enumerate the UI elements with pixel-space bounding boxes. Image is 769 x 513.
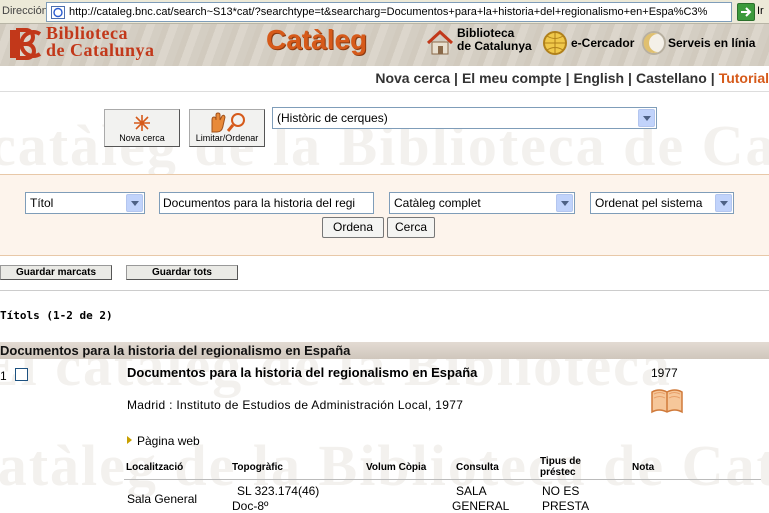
page-icon — [51, 6, 65, 19]
nav-new-search[interactable]: Nova cerca — [375, 70, 450, 86]
top-nav-links: Nova cerca | El meu compte | English | Castell… — [375, 70, 769, 86]
header-volume: Volum Còpia — [366, 462, 427, 473]
house-icon[interactable] — [426, 30, 454, 56]
new-search-button[interactable]: Nova cerca — [104, 109, 180, 147]
results-count: Títols (1-2 de 2) — [0, 309, 113, 322]
go-arrow-icon — [741, 7, 752, 17]
holding-call-number: SL 323.174(46) Doc-8º — [232, 484, 319, 513]
use-line-1: SALA — [456, 484, 487, 498]
holding-use: SALA GENERAL — [452, 484, 509, 513]
loan-line-1: NO ES — [542, 484, 580, 498]
nav-separator: | — [565, 70, 570, 86]
web-page-link[interactable]: Pàgina web — [127, 434, 200, 448]
search-button[interactable]: Cerca — [387, 217, 435, 238]
nav-castellano[interactable]: Castellano — [636, 70, 707, 86]
history-select-value: (Històric de cerques) — [277, 111, 388, 125]
top-nav: Nova cerca | El meu compte | English | Castell… — [0, 66, 769, 92]
header-use: Consulta — [456, 462, 499, 473]
sort-order-value: Ordenat pel sistema — [595, 196, 703, 210]
loan-line-2: PRESTA — [542, 499, 590, 513]
header-loan-line-2: préstec — [540, 467, 576, 478]
logo-text[interactable]: Biblioteca de Catalunya — [46, 24, 155, 60]
holdings-rule — [124, 479, 761, 480]
moon-icon[interactable] — [641, 29, 667, 57]
web-page-label: Pàgina web — [137, 434, 200, 448]
site-banner: Biblioteca de Catalunya Catàleg Bibliote… — [0, 24, 769, 66]
header-loan-type: Tipus de préstec — [540, 456, 581, 478]
url-field[interactable]: http://cataleg.bnc.cat/search~S13*cat/?s… — [46, 2, 732, 22]
go-button[interactable] — [737, 3, 755, 21]
ecercador-link[interactable]: e-Cercador — [571, 37, 634, 50]
limit-sort-label: Limitar/Ordenar — [195, 133, 259, 143]
search-panel — [0, 174, 769, 256]
header-loan-line-1: Tipus de — [540, 456, 581, 467]
header-note: Nota — [632, 462, 655, 473]
group-heading: Documentos para la historia del regional… — [0, 343, 351, 358]
section-divider — [0, 290, 769, 291]
asterisk-icon — [134, 115, 150, 131]
use-line-2: GENERAL — [452, 499, 510, 513]
holding-loan-type: NO ES PRESTA — [542, 484, 589, 513]
search-query-value: Documentos para la historia del regi — [163, 196, 356, 210]
field-type-value: Títol — [30, 196, 54, 210]
sort-button[interactable]: Ordena — [322, 217, 384, 238]
save-marked-button[interactable]: Guardar marcats — [0, 265, 112, 280]
nav-my-account[interactable]: El meu compte — [462, 70, 562, 86]
nav-separator: | — [710, 70, 715, 86]
nav-separator: | — [628, 70, 632, 86]
header-location: Localització — [126, 462, 184, 473]
page-title: Catàleg — [266, 24, 368, 55]
globe-icon[interactable] — [541, 29, 569, 57]
save-all-button[interactable]: Guardar tots — [126, 265, 238, 280]
address-label: Dirección — [2, 5, 48, 17]
record-number: 1 — [0, 369, 7, 383]
chevron-down-icon[interactable] — [638, 109, 655, 127]
hand-magnifier-icon — [211, 112, 245, 133]
chevron-down-icon[interactable] — [715, 194, 732, 212]
open-book-icon — [651, 389, 683, 414]
catalog-watermark: catàleg de la Biblioteca de Catalunya El… — [0, 92, 769, 513]
record-year: 1977 — [651, 366, 678, 380]
bc-home-line-2: de Catalunya — [457, 39, 532, 53]
scope-value: Catàleg complet — [394, 196, 481, 210]
header-call-number: Topogràfic — [232, 462, 283, 473]
search-scope-select[interactable]: Catàleg complet — [389, 192, 575, 214]
search-query-input[interactable]: Documentos para la historia del regi — [159, 192, 374, 214]
chevron-down-icon[interactable] — [126, 194, 143, 212]
search-history-select[interactable]: (Històric de cerques) — [272, 107, 657, 129]
nav-english[interactable]: English — [573, 70, 624, 86]
record-title-link[interactable]: Documentos para la historia del regional… — [127, 365, 477, 380]
online-services-link[interactable]: Serveis en línia — [668, 37, 755, 50]
nav-separator: | — [454, 70, 458, 86]
nav-tutorial[interactable]: Tutorial — [719, 70, 769, 86]
chevron-down-icon[interactable] — [556, 194, 573, 212]
record-publication: Madrid : Instituto de Estudios de Admini… — [127, 398, 464, 412]
record-checkbox[interactable] — [15, 368, 28, 381]
browser-address-bar: Dirección http://cataleg.bnc.cat/search~… — [0, 0, 769, 24]
bc-logo-icon[interactable] — [6, 26, 42, 62]
new-search-label: Nova cerca — [119, 133, 165, 143]
triangle-right-icon — [127, 436, 132, 444]
go-label: Ir — [757, 5, 764, 17]
results-group-bar: Documentos para la historia del regional… — [0, 342, 769, 359]
search-field-type-select[interactable]: Títol — [25, 192, 145, 214]
url-text: http://cataleg.bnc.cat/search~S13*cat/?s… — [69, 6, 708, 18]
call-number-line-1: SL 323.174(46) — [237, 484, 320, 498]
sort-order-select[interactable]: Ordenat pel sistema — [590, 192, 734, 214]
call-number-line-2: Doc-8º — [232, 499, 269, 513]
bc-home-link[interactable]: Biblioteca de Catalunya — [457, 27, 532, 53]
limit-sort-button[interactable]: Limitar/Ordenar — [189, 109, 265, 147]
logo-line-2: de Catalunya — [46, 40, 155, 60]
holding-location: Sala General — [127, 492, 198, 506]
